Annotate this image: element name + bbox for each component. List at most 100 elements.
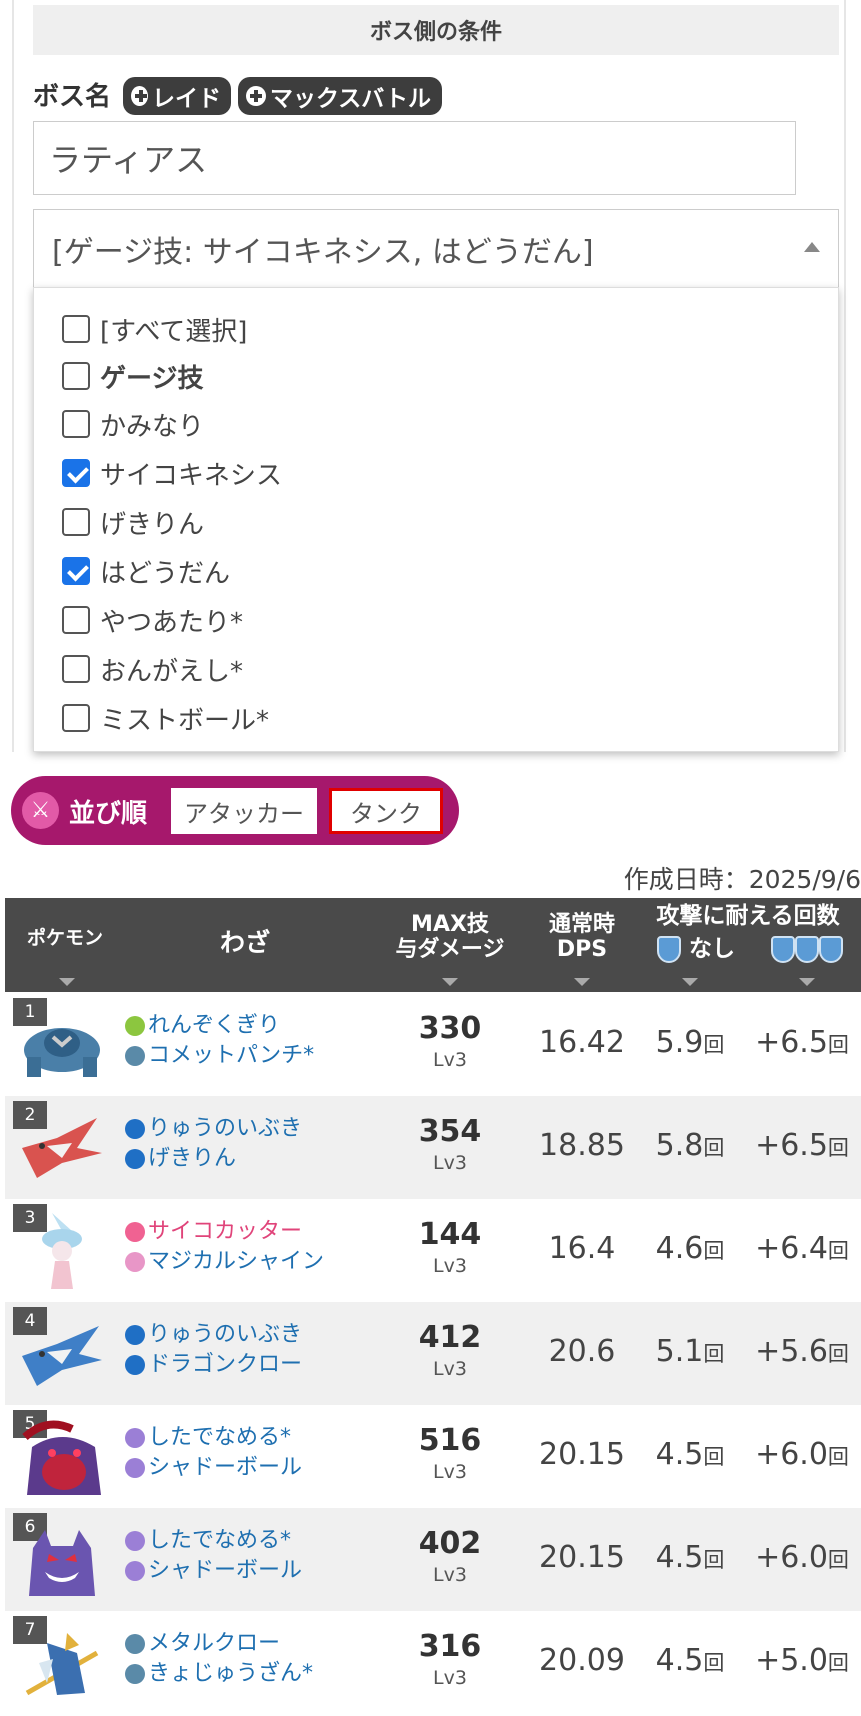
dps-value: 20.6 [548, 1334, 616, 1369]
dps-value: 20.15 [539, 1540, 625, 1575]
sort-arrow-icon[interactable] [59, 978, 75, 986]
table-row[interactable]: 1 れんぞくぎり コメットパンチ* 330 Lv3 16.42 5.9回 +6.5… [5, 993, 861, 1096]
sort-arrow-icon[interactable] [442, 978, 458, 986]
fairy-type-icon [125, 1252, 145, 1272]
dragon-type-icon [125, 1119, 145, 1139]
endure-value: +6.0 [755, 1540, 828, 1575]
option-aura-sphere[interactable]: はどうだん [62, 551, 230, 591]
ghost-type-icon [125, 1458, 145, 1478]
panel-border-right [844, 0, 846, 752]
max-damage-value: 354 [418, 1114, 482, 1149]
checkbox[interactable] [62, 410, 90, 438]
table-header: ポケモン わざ MAX技 与ダメージ 通常時 DPS 攻撃に耐える回数 なし [5, 898, 861, 992]
max-level: Lv3 [433, 1461, 467, 1483]
endure-unit: 回 [703, 1239, 725, 1263]
table-row[interactable]: 3 サイコカッター マジカルシャイン 144 Lv3 16.4 4.6回 +6.4… [5, 1199, 861, 1302]
header-moves[interactable]: わざ [195, 930, 295, 955]
checkbox[interactable] [62, 362, 90, 390]
max-damage-cell: 412 Lv3 [400, 1320, 500, 1382]
option-psychic[interactable]: サイコキネシス [62, 453, 282, 493]
max-damage-cell: 402 Lv3 [400, 1526, 500, 1588]
sort-arrow-icon[interactable] [682, 978, 698, 986]
dps-value: 18.85 [539, 1128, 625, 1163]
metagross-icon [24, 1028, 100, 1077]
checkbox[interactable] [62, 508, 90, 536]
option-charged-move[interactable]: ゲージ技 [62, 356, 203, 396]
add-raid-button[interactable]: レイド [123, 77, 231, 115]
endure-value: +6.5 [755, 1128, 828, 1163]
endure-unit: 回 [827, 1033, 849, 1057]
sort-tank-button[interactable]: タンク [329, 788, 443, 834]
moves-cell: れんぞくぎり コメットパンチ* [125, 1011, 314, 1071]
option-label: ミストボール* [100, 705, 270, 736]
gigantamax-gengar-icon [22, 1420, 101, 1495]
fast-move: りゅうのいぶき [125, 1114, 302, 1144]
fast-move: サイコカッター [125, 1217, 324, 1247]
max-level: Lv3 [433, 1152, 467, 1174]
moves-cell: サイコカッター マジカルシャイン [125, 1217, 324, 1277]
dragon-type-icon [125, 1355, 145, 1375]
option-label: げきりん [100, 509, 205, 540]
option-label: かみなり [100, 411, 205, 442]
endure-no-shield: 5.8回 [635, 1128, 745, 1163]
header-three-shields[interactable] [757, 936, 857, 963]
header-pokemon[interactable]: ポケモン [15, 926, 115, 951]
checkbox-checked[interactable] [62, 557, 90, 585]
table-row[interactable]: 5 したでなめる* シャドーボール 516 Lv3 20.15 4.5回 +6.0… [5, 1405, 861, 1508]
endure-unit: 回 [827, 1651, 849, 1675]
option-outrage[interactable]: げきりん [62, 502, 204, 542]
moves-select[interactable]: [ゲージ技: サイコキネシス, はどうだん] [33, 209, 839, 289]
option-return[interactable]: おんがえし* [62, 649, 243, 689]
max-damage-cell: 144 Lv3 [400, 1217, 500, 1279]
shield-icon [819, 936, 843, 963]
endure-unit: 回 [703, 1651, 725, 1675]
endure-three-shields: +6.4回 [748, 1231, 856, 1266]
table-row[interactable]: 4 りゅうのいぶき ドラゴンクロー 412 Lv3 20.6 5.1回 +5.6回 [5, 1302, 861, 1405]
header-dps[interactable]: 通常時 DPS [527, 912, 637, 962]
charged-move-label: マジカルシャイン [148, 1249, 325, 1274]
moves-select-value: [ゲージ技: サイコキネシス, はどうだん] [52, 235, 594, 270]
endure-value: +6.0 [755, 1437, 828, 1472]
dragon-type-icon [125, 1149, 145, 1169]
checkbox[interactable] [62, 704, 90, 732]
header-no-shield[interactable]: なし [641, 936, 751, 963]
add-max-battle-button[interactable]: マックスバトル [238, 77, 442, 115]
max-damage-value: 330 [418, 1011, 482, 1046]
table-row[interactable]: 7 メタルクロー きょじゅうざん* 316 Lv3 20.09 4.5回 +5.0… [5, 1611, 861, 1714]
boss-name-input[interactable]: ラティアス [33, 121, 796, 195]
option-mist-ball[interactable]: ミストボール* [62, 698, 269, 738]
table-row[interactable]: 2 りゅうのいぶき げきりん 354 Lv3 18.85 5.8回 +6.5回 [5, 1096, 861, 1199]
checkbox-checked[interactable] [62, 459, 90, 487]
sort-attacker-button[interactable]: アタッカー [171, 788, 317, 834]
charged-move: シャドーボール [125, 1556, 302, 1586]
endure-unit: 回 [827, 1136, 849, 1160]
max-damage-value: 144 [418, 1217, 482, 1252]
checkbox[interactable] [62, 315, 90, 343]
table-row[interactable]: 6 したでなめる* シャドーボール 402 Lv3 20.15 4.5回 +6.0… [5, 1508, 861, 1611]
option-thunder[interactable]: かみなり [62, 404, 204, 444]
ghost-type-icon [125, 1561, 145, 1581]
hatterene-icon [42, 1213, 82, 1289]
moves-cell: メタルクロー きょじゅうざん* [125, 1629, 313, 1689]
max-level: Lv3 [433, 1049, 467, 1071]
endure-value: 4.5 [655, 1437, 704, 1472]
shield-icon [656, 936, 681, 963]
header-max-damage[interactable]: MAX技 与ダメージ [380, 912, 520, 962]
option-select-all[interactable]: [すべて選択] [62, 309, 247, 349]
fast-move-label: サイコカッター [148, 1219, 303, 1244]
endure-no-shield: 4.5回 [635, 1437, 745, 1472]
endure-three-shields: +5.6回 [748, 1334, 856, 1369]
crossed-swords-icon: ⚔ [22, 792, 59, 829]
gengar-icon [29, 1530, 95, 1596]
steel-type-icon [125, 1634, 145, 1654]
fast-move-label: メタルクロー [148, 1631, 281, 1656]
checkbox[interactable] [62, 606, 90, 634]
sort-arrow-icon[interactable] [799, 978, 815, 986]
max-damage-cell: 330 Lv3 [400, 1011, 500, 1073]
charged-move: シャドーボール [125, 1453, 302, 1483]
checkbox[interactable] [62, 655, 90, 683]
option-frustration[interactable]: やつあたり* [62, 600, 243, 640]
endure-unit: 回 [703, 1548, 725, 1572]
sort-arrow-icon[interactable] [574, 978, 590, 986]
panel-border-left [12, 0, 14, 752]
